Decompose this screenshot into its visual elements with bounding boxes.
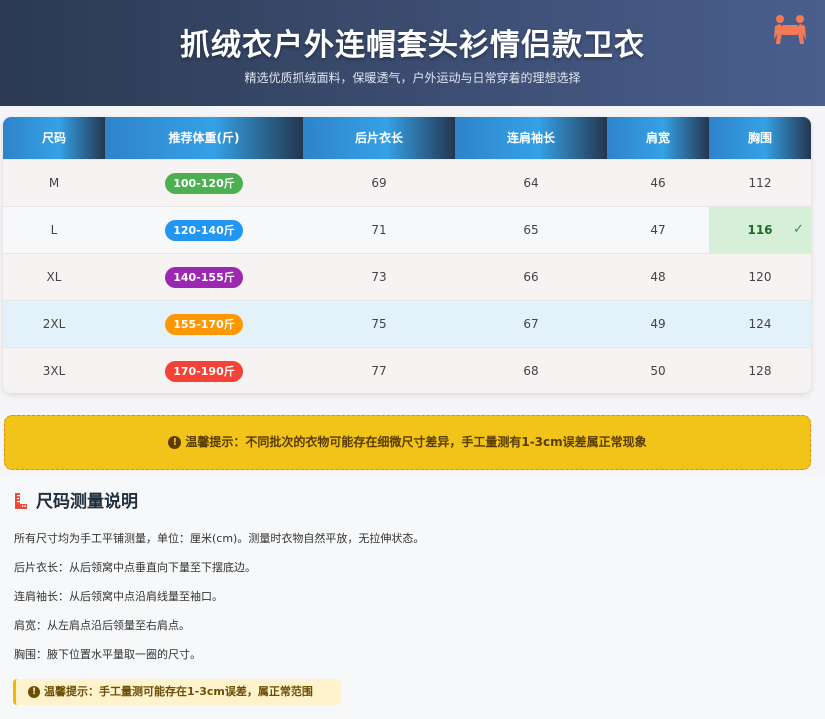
col-header-shoulder: 肩宽	[607, 117, 709, 159]
page-header: 抓绒衣户外连帽套头衫情侣款卫衣 精选优质抓绒面料，保暖透气，户外运动与日常穿着的…	[0, 0, 825, 106]
table-row: L 120-140斤 71 65 47 116 ✓	[3, 206, 811, 253]
cell-weight: 120-140斤	[105, 207, 303, 253]
cell-shoulder: 46	[650, 176, 666, 190]
col-header-chest: 胸围	[709, 117, 811, 159]
cell-size: L	[50, 223, 58, 237]
page-title: 抓绒衣户外连帽套头衫情侣款卫衣	[180, 28, 645, 63]
page-subtitle: 精选优质抓绒面料，保暖透气，户外运动与日常穿着的理想选择	[244, 71, 581, 85]
cell-sleeve: 67	[523, 317, 539, 331]
cell-size: 2XL	[42, 317, 66, 331]
cell-size: M	[48, 176, 60, 190]
size-table-header: 尺码 推荐体重(斤) 后片衣长 连肩袖长 肩宽 胸围	[3, 117, 811, 159]
table-row: 2XL 155-170斤 75 67 49 124	[3, 300, 811, 347]
cell-back-length: 69	[371, 176, 387, 190]
weight-badge: 100-120斤	[165, 173, 243, 194]
cell-shoulder: 50	[650, 364, 666, 378]
cell-chest: 128	[748, 364, 772, 378]
guide-paragraph: 后片衣长：从后领窝中点垂直向下量至下摆底边。	[14, 561, 256, 574]
cell-weight: 155-170斤	[105, 301, 303, 347]
cell-chest: 120	[748, 270, 772, 284]
col-header-size: 尺码	[3, 117, 105, 159]
cell-shoulder: 47	[650, 223, 666, 237]
table-row: 3XL 170-190斤 77 68 50 128	[3, 347, 811, 393]
cell-shoulder: 49	[650, 317, 666, 331]
cell-back-length: 77	[371, 364, 387, 378]
guide-paragraph: 胸围：腋下位置水平量取一圈的尺寸。	[14, 648, 201, 661]
guide-paragraph: 肩宽：从左肩点沿后领量至右肩点。	[14, 619, 190, 632]
col-header-back-length: 后片衣长	[303, 117, 455, 159]
cell-sleeve: 66	[523, 270, 539, 284]
cell-weight: 140-155斤	[105, 254, 303, 300]
ruler-icon	[15, 493, 27, 509]
col-header-weight: 推荐体重(斤)	[105, 117, 303, 159]
notice-text: 温馨提示：不同批次的衣物可能存在细微尺寸差异，手工量测有1-3cm误差属正常现象	[185, 435, 647, 449]
weight-badge: 170-190斤	[165, 361, 243, 382]
cell-weight: 100-120斤	[105, 160, 303, 206]
weight-badge: 120-140斤	[165, 220, 243, 241]
notice-banner: ! 温馨提示：不同批次的衣物可能存在细微尺寸差异，手工量测有1-3cm误差属正常现…	[4, 415, 811, 470]
cell-size: 3XL	[42, 364, 66, 378]
cell-chest: 112	[748, 176, 772, 190]
cell-weight: 170-190斤	[105, 348, 303, 393]
guide-paragraph: 连肩袖长：从后领窝中点沿肩线量至袖口。	[14, 590, 223, 603]
people-carry-icon	[774, 15, 806, 44]
info-icon: !	[28, 686, 40, 698]
guide-title-text: 尺码测量说明	[36, 492, 138, 512]
tip-text: 温馨提示：手工量测可能存在1-3cm误差，属正常范围	[44, 685, 313, 698]
cell-sleeve: 65	[523, 223, 539, 237]
info-icon: !	[168, 436, 182, 449]
cell-sleeve: 68	[523, 364, 539, 378]
tip-box: ! 温馨提示：手工量测可能存在1-3cm误差，属正常范围	[13, 679, 341, 705]
cell-shoulder: 48	[650, 270, 666, 284]
cell-sleeve: 64	[523, 176, 539, 190]
check-icon: ✓	[793, 222, 804, 237]
table-row: M 100-120斤 69 64 46 112	[3, 159, 811, 206]
guide-paragraph: 所有尺寸均为手工平铺测量，单位：厘米(cm)。测量时衣物自然平放，无拉伸状态。	[14, 532, 425, 545]
cell-back-length: 73	[371, 270, 387, 284]
weight-badge: 140-155斤	[165, 267, 243, 288]
cell-back-length: 71	[371, 223, 387, 237]
size-table: 尺码 推荐体重(斤) 后片衣长 连肩袖长 肩宽 胸围 M 100-120斤 69…	[3, 117, 811, 393]
cell-size: XL	[46, 270, 62, 284]
table-row: XL 140-155斤 73 66 48 120	[3, 253, 811, 300]
weight-badge: 155-170斤	[165, 314, 243, 335]
col-header-sleeve: 连肩袖长	[455, 117, 607, 159]
cell-back-length: 75	[371, 317, 387, 331]
guide-title: 尺码测量说明	[14, 490, 138, 514]
cell-chest: 124	[748, 317, 772, 331]
